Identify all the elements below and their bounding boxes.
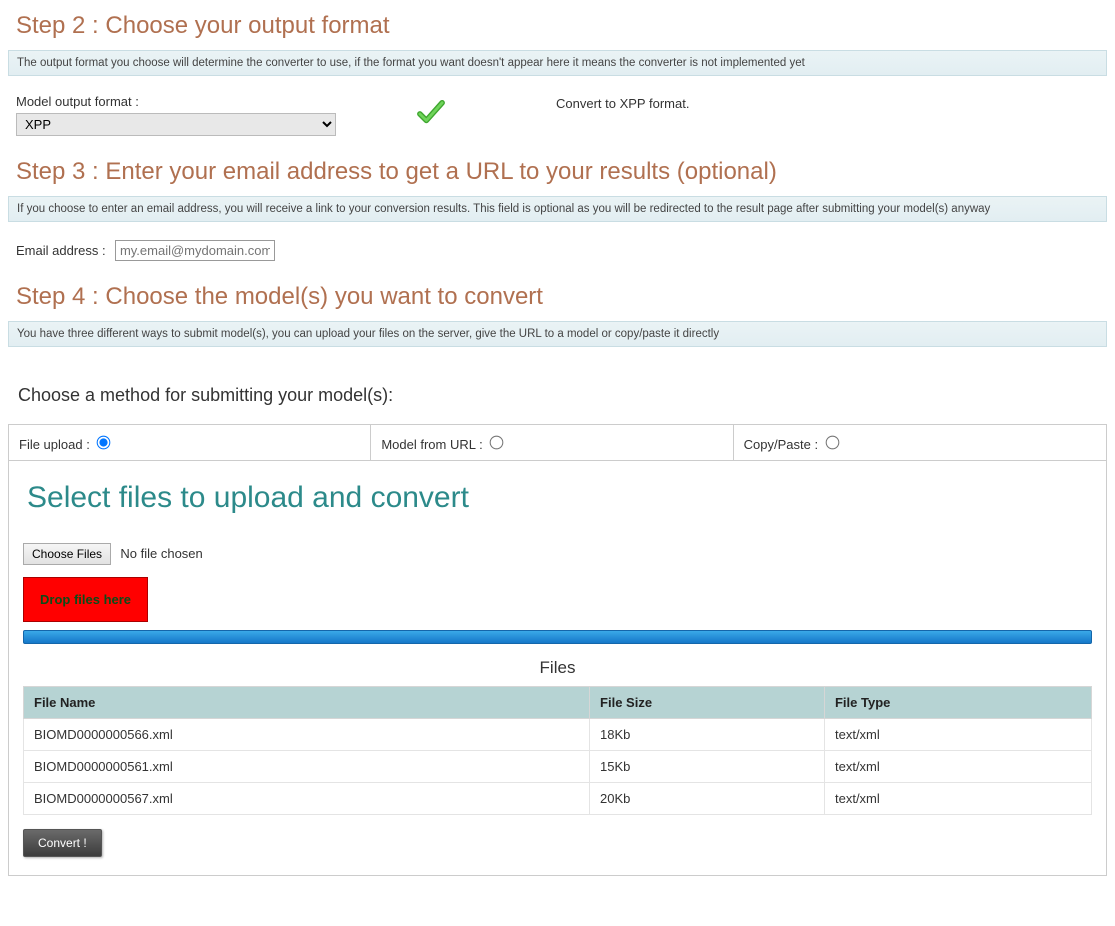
cell-name: BIOMD0000000561.xml bbox=[24, 751, 590, 783]
cell-size: 20Kb bbox=[590, 783, 825, 815]
cell-name: BIOMD0000000566.xml bbox=[24, 719, 590, 751]
method-paste-radio[interactable] bbox=[825, 436, 839, 450]
cell-type: text/xml bbox=[824, 751, 1091, 783]
check-icon bbox=[416, 115, 446, 129]
table-row: BIOMD0000000561.xml15Kbtext/xml bbox=[24, 751, 1092, 783]
cell-type: text/xml bbox=[824, 719, 1091, 751]
upload-title: Select files to upload and convert bbox=[27, 481, 1092, 515]
step3-title: Step 3 : Enter your email address to get… bbox=[16, 158, 1107, 186]
col-file-type: File Type bbox=[824, 687, 1091, 719]
col-file-size: File Size bbox=[590, 687, 825, 719]
step2-info: The output format you choose will determ… bbox=[8, 50, 1107, 76]
step2-title: Step 2 : Choose your output format bbox=[16, 12, 1107, 40]
progress-bar bbox=[23, 630, 1092, 644]
table-row: BIOMD0000000566.xml18Kbtext/xml bbox=[24, 719, 1092, 751]
table-row: BIOMD0000000567.xml20Kbtext/xml bbox=[24, 783, 1092, 815]
step4-info: You have three different ways to submit … bbox=[8, 321, 1107, 347]
step4-title: Step 4 : Choose the model(s) you want to… bbox=[16, 283, 1107, 311]
method-table: File upload : Model from URL : Copy/Past… bbox=[8, 424, 1107, 461]
method-heading: Choose a method for submitting your mode… bbox=[18, 385, 1107, 406]
method-paste-label: Copy/Paste : bbox=[744, 437, 818, 452]
cell-name: BIOMD0000000567.xml bbox=[24, 783, 590, 815]
upload-section: Select files to upload and convert Choos… bbox=[8, 461, 1107, 876]
method-upload-radio[interactable] bbox=[97, 436, 111, 450]
no-file-text: No file chosen bbox=[120, 546, 202, 561]
col-file-name: File Name bbox=[24, 687, 590, 719]
output-format-label: Model output format : bbox=[16, 94, 416, 109]
files-table: File Name File Size File Type BIOMD00000… bbox=[23, 686, 1092, 815]
email-label: Email address : bbox=[16, 243, 106, 258]
output-format-select[interactable]: XPP bbox=[16, 113, 336, 136]
cell-size: 15Kb bbox=[590, 751, 825, 783]
choose-files-button[interactable]: Choose Files bbox=[23, 543, 111, 565]
email-input[interactable] bbox=[115, 240, 275, 261]
method-url-radio[interactable] bbox=[490, 436, 504, 450]
step3-info: If you choose to enter an email address,… bbox=[8, 196, 1107, 222]
method-upload-label: File upload : bbox=[19, 437, 90, 452]
method-url-label: Model from URL : bbox=[381, 437, 482, 452]
convert-description: Convert to XPP format. bbox=[556, 94, 1099, 111]
cell-type: text/xml bbox=[824, 783, 1091, 815]
convert-button[interactable]: Convert ! bbox=[23, 829, 102, 857]
cell-size: 18Kb bbox=[590, 719, 825, 751]
files-caption: Files bbox=[23, 644, 1092, 686]
drop-zone[interactable]: Drop files here bbox=[23, 577, 148, 622]
